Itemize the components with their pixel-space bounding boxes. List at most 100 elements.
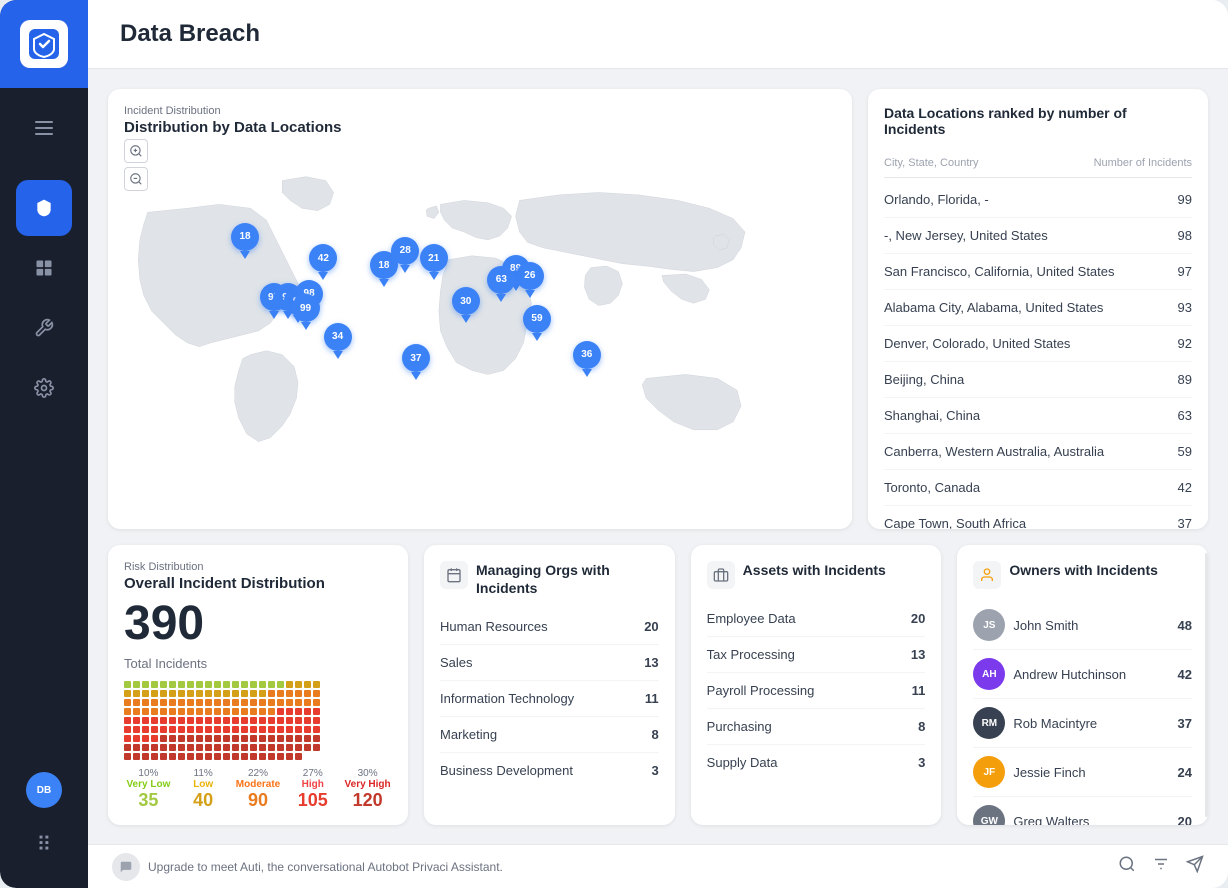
menu-toggle[interactable] — [16, 100, 72, 156]
risk-dot — [133, 744, 140, 751]
risk-dot — [214, 753, 221, 760]
sidebar-item-tools[interactable] — [16, 300, 72, 356]
risk-dot — [205, 681, 212, 688]
location-row: Alabama City, Alabama, United States93 — [884, 290, 1192, 326]
map-pin[interactable]: 37 — [402, 344, 430, 380]
map-panel-title: Distribution by Data Locations — [124, 119, 836, 136]
risk-dot — [124, 735, 131, 742]
risk-dot — [313, 690, 320, 697]
map-pin[interactable]: 18 — [231, 223, 259, 259]
zoom-in-button[interactable] — [124, 139, 148, 163]
sidebar-item-settings[interactable] — [16, 360, 72, 416]
risk-stat-item: 10% Very Low 35 — [124, 768, 173, 811]
risk-dot — [277, 726, 284, 733]
zoom-out-button[interactable] — [124, 167, 148, 191]
assets-list: Employee Data20Tax Processing13Payroll P… — [707, 601, 926, 780]
footer-search-icon[interactable] — [1118, 855, 1136, 878]
risk-dot — [142, 699, 149, 706]
risk-dot — [160, 744, 167, 751]
footer-filter-icon[interactable] — [1152, 855, 1170, 878]
owner-row: JS John Smith 48 — [973, 601, 1192, 650]
footer-send-icon[interactable] — [1186, 855, 1204, 878]
risk-dot — [250, 753, 257, 760]
map-pin[interactable]: 26 — [516, 262, 544, 298]
risk-dot — [214, 744, 221, 751]
top-section: Incident Distribution Distribution by Da… — [108, 89, 1208, 529]
map-pin[interactable]: 21 — [420, 244, 448, 280]
risk-dot — [187, 708, 194, 715]
map-pin[interactable]: 30 — [452, 287, 480, 323]
risk-dot — [304, 753, 311, 760]
map-pin[interactable]: 34 — [324, 323, 352, 359]
risk-dot — [295, 735, 302, 742]
location-row: -, New Jersey, United States98 — [884, 218, 1192, 254]
risk-dot — [187, 744, 194, 751]
map-pin[interactable]: 59 — [523, 305, 551, 341]
owner-count: 24 — [1178, 765, 1192, 780]
assets-panel: Assets with Incidents Employee Data20Tax… — [691, 545, 942, 825]
risk-stat-item: 27% High 105 — [288, 768, 337, 811]
risk-dot — [142, 726, 149, 733]
location-row: Toronto, Canada42 — [884, 470, 1192, 506]
header: Data Breach — [88, 0, 1228, 69]
sidebar-item-shield[interactable] — [16, 180, 72, 236]
map-pin[interactable]: 63 — [487, 266, 515, 302]
bottom-section: Risk Distribution Overall Incident Distr… — [108, 545, 1208, 825]
risk-dot — [277, 708, 284, 715]
location-count: 97 — [1178, 264, 1192, 279]
location-count: 37 — [1178, 516, 1192, 529]
risk-dot — [214, 708, 221, 715]
risk-dot — [313, 753, 320, 760]
risk-dot — [151, 744, 158, 751]
risk-dot — [178, 681, 185, 688]
header-count-label: Number of Incidents — [1094, 157, 1192, 169]
risk-dot — [304, 717, 311, 724]
risk-dot — [295, 726, 302, 733]
map-pin[interactable]: 42 — [309, 244, 337, 280]
risk-dot — [214, 735, 221, 742]
map-pin[interactable]: 28 — [391, 237, 419, 273]
owner-row: RM Rob Macintyre 37 — [973, 699, 1192, 748]
orgs-row: Information Technology11 — [440, 681, 659, 717]
risk-dot — [268, 699, 275, 706]
risk-dot — [250, 744, 257, 751]
org-value: 3 — [651, 763, 658, 778]
asset-name: Employee Data — [707, 611, 796, 626]
location-row: San Francisco, California, United States… — [884, 254, 1192, 290]
risk-dot — [268, 717, 275, 724]
orgs-row: Marketing8 — [440, 717, 659, 753]
risk-dot — [304, 699, 311, 706]
risk-dot — [232, 753, 239, 760]
assets-row: Tax Processing13 — [707, 637, 926, 673]
risk-dot — [196, 735, 203, 742]
risk-dot — [169, 690, 176, 697]
risk-dot — [223, 717, 230, 724]
risk-dot — [160, 717, 167, 724]
sidebar-item-dashboard[interactable] — [16, 240, 72, 296]
location-city: Beijing, China — [884, 372, 964, 387]
owner-count: 37 — [1178, 716, 1192, 731]
location-count: 98 — [1178, 228, 1192, 243]
map-pin[interactable]: 36 — [573, 341, 601, 377]
risk-dot — [178, 690, 185, 697]
risk-dot — [178, 744, 185, 751]
risk-dot — [151, 708, 158, 715]
assets-row: Purchasing8 — [707, 709, 926, 745]
risk-dot — [223, 744, 230, 751]
risk-dot — [295, 681, 302, 688]
risk-level-label: High — [302, 779, 324, 790]
risk-stats-row: 10% Very Low 35 11% Low 40 22% Moderate … — [124, 768, 392, 811]
sidebar-item-apps[interactable]: ⠿ — [16, 816, 72, 872]
header-city-label: City, State, Country — [884, 157, 979, 169]
map-panel: Incident Distribution Distribution by Da… — [108, 89, 852, 529]
risk-dot — [205, 753, 212, 760]
risk-dot — [268, 708, 275, 715]
user-avatar[interactable]: DB — [26, 772, 62, 808]
risk-dot — [250, 699, 257, 706]
risk-dot — [142, 717, 149, 724]
map-pin[interactable]: 99 — [292, 294, 320, 330]
risk-dot — [241, 708, 248, 715]
risk-dot — [133, 717, 140, 724]
location-row: Denver, Colorado, United States92 — [884, 326, 1192, 362]
risk-dot — [250, 735, 257, 742]
